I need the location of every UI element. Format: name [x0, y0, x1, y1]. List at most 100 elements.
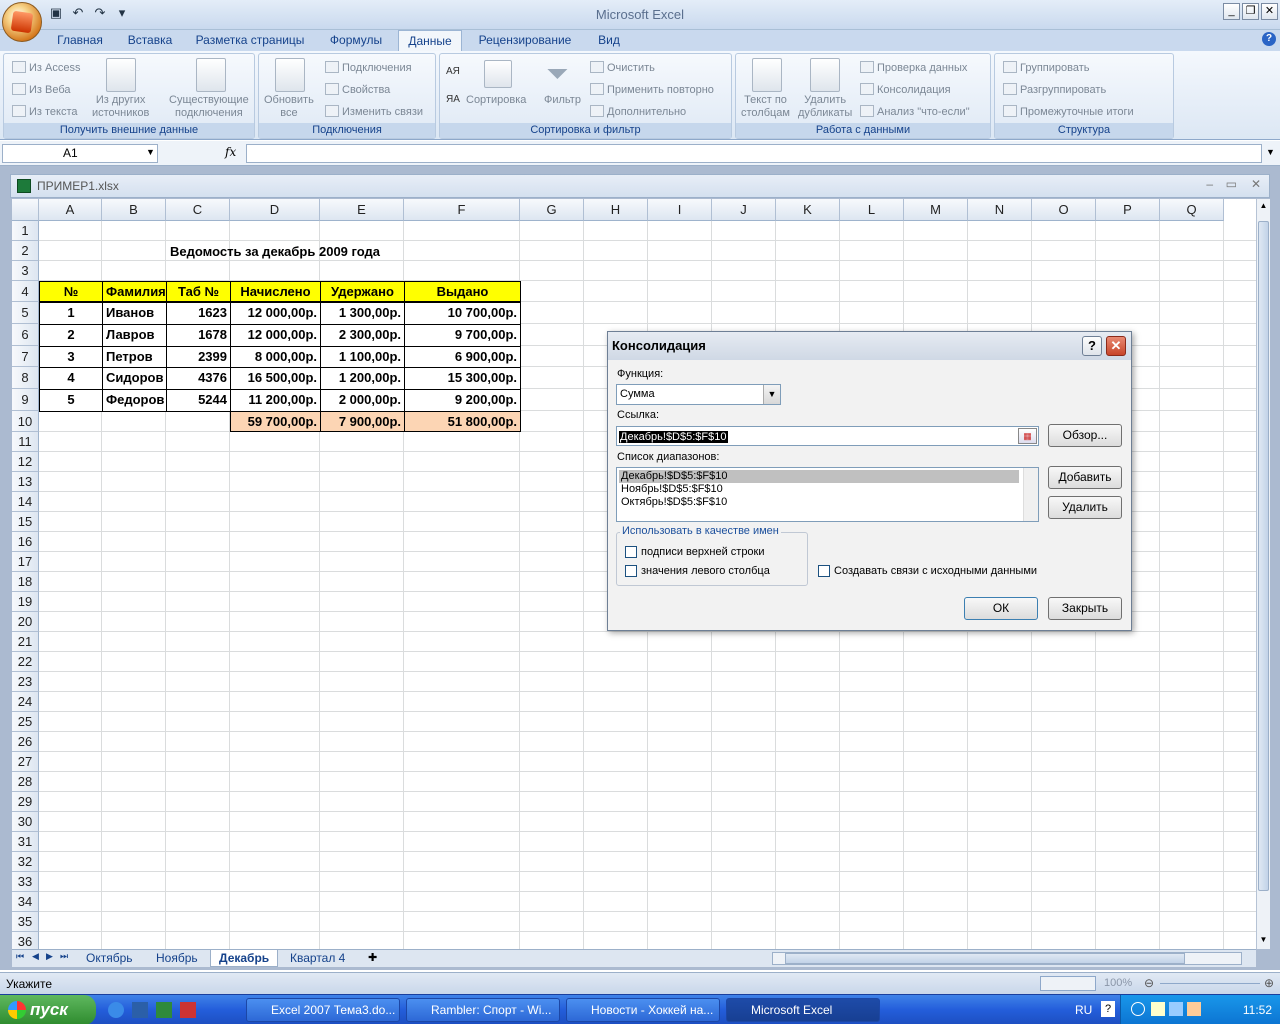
row-accrued-cell[interactable]: 16 500,00р. [230, 367, 321, 390]
name-box[interactable]: A1 [2, 144, 158, 163]
row-number-cell[interactable]: 2 [39, 324, 103, 347]
language-indicator[interactable]: RU [1075, 1003, 1092, 1017]
row-accrued-cell[interactable]: 11 200,00р. [230, 389, 321, 412]
consolidate-button[interactable]: Консолидация [860, 83, 951, 96]
row-header[interactable]: 6 [12, 324, 39, 346]
row-header[interactable]: 1 [12, 221, 39, 241]
sheet-tab-october[interactable]: Октябрь [78, 950, 141, 967]
scroll-up-icon[interactable]: ▲ [1258, 201, 1269, 213]
total-paid[interactable]: 51 800,00р. [404, 411, 521, 432]
tab-view[interactable]: Вид [590, 30, 628, 51]
row-header[interactable]: 32 [12, 852, 39, 872]
select-all-corner[interactable] [12, 199, 39, 221]
total-accrued[interactable]: 59 700,00р. [230, 411, 321, 432]
tab-insert[interactable]: Вставка [120, 30, 180, 51]
tab-home[interactable]: Главная [50, 30, 110, 51]
column-header[interactable]: H [584, 199, 648, 221]
row-paid-cell[interactable]: 9 700,00р. [404, 324, 521, 347]
row-tab-number-cell[interactable]: 1623 [166, 302, 231, 325]
function-select[interactable]: Сумма [616, 384, 781, 405]
tab-nav-last-icon[interactable]: ⏭ [60, 951, 68, 962]
insert-sheet-icon[interactable]: ✚ [368, 951, 377, 964]
row-header[interactable]: 27 [12, 752, 39, 772]
expand-formula-icon[interactable]: ▼ [1266, 147, 1275, 157]
refresh-all-button[interactable]: Обновить все [264, 94, 314, 120]
wb-minimize-icon[interactable]: – [1206, 177, 1213, 191]
tray-expand-icon[interactable] [1131, 1002, 1145, 1016]
taskbar-item-active[interactable]: Microsoft Excel [726, 998, 880, 1022]
properties-button[interactable]: Свойства [325, 83, 390, 96]
scroll-thumb[interactable] [1258, 221, 1269, 891]
tab-formulas[interactable]: Формулы [322, 30, 390, 51]
row-header[interactable]: 11 [12, 432, 39, 452]
row-surname-cell[interactable]: Иванов [102, 302, 167, 325]
horizontal-scrollbar[interactable] [772, 952, 1242, 965]
column-header[interactable]: G [520, 199, 584, 221]
tab-nav-first-icon[interactable]: ⏮ [16, 951, 24, 962]
clear-button[interactable]: Очистить [590, 61, 655, 74]
word-quicklaunch-icon[interactable] [132, 1002, 148, 1018]
other-sources-button[interactable]: Из других источников [92, 94, 149, 120]
sheet-title[interactable]: Ведомость за декабрь 2009 года [167, 242, 383, 262]
column-header[interactable]: L [840, 199, 904, 221]
ungroup-button[interactable]: Разгруппировать [1003, 83, 1106, 96]
sheet-tab-quarter4[interactable]: Квартал 4 [282, 950, 353, 967]
restore-button[interactable]: ❐ [1242, 3, 1259, 20]
sheet-tab-december[interactable]: Декабрь [210, 950, 279, 967]
sort-az-button[interactable]: АЯ [446, 66, 460, 77]
close-dialog-button[interactable]: Закрыть [1048, 597, 1122, 620]
fx-icon[interactable]: fx [225, 145, 236, 159]
row-header[interactable]: 28 [12, 772, 39, 792]
row-withheld-cell[interactable]: 2 000,00р. [320, 389, 405, 412]
taskbar-item[interactable]: Rambler: Спорт - Wi... [406, 998, 560, 1022]
wb-restore-icon[interactable]: ▭ [1226, 177, 1237, 191]
help-tray-icon[interactable]: ? [1101, 1001, 1115, 1017]
zoom-level[interactable]: 100% [1104, 977, 1132, 989]
excel-quicklaunch-icon[interactable] [156, 1002, 172, 1018]
row-header[interactable]: 17 [12, 552, 39, 572]
row-header[interactable]: 30 [12, 812, 39, 832]
customize-qat-icon[interactable]: ▾ [114, 5, 130, 21]
row-header[interactable]: 29 [12, 792, 39, 812]
column-header[interactable]: E [320, 199, 404, 221]
row-paid-cell[interactable]: 6 900,00р. [404, 346, 521, 368]
row-header[interactable]: 13 [12, 472, 39, 492]
row-header[interactable]: 25 [12, 712, 39, 732]
close-button[interactable]: ✕ [1261, 3, 1278, 20]
row-tab-number-cell[interactable]: 2399 [166, 346, 231, 368]
existing-connections-button[interactable]: Существующие подключения [169, 94, 249, 120]
row-accrued-cell[interactable]: 12 000,00р. [230, 324, 321, 347]
header-number[interactable]: № [39, 281, 103, 302]
column-header[interactable]: K [776, 199, 840, 221]
zoom-in-icon[interactable]: ⊕ [1264, 976, 1274, 990]
header-paid[interactable]: Выдано [404, 281, 521, 302]
what-if-button[interactable]: Анализ "что-если" [860, 105, 970, 118]
row-paid-cell[interactable]: 15 300,00р. [404, 367, 521, 390]
row-surname-cell[interactable]: Федоров [102, 389, 167, 412]
row-header[interactable]: 15 [12, 512, 39, 532]
tab-data[interactable]: Данные [398, 30, 462, 51]
dialog-help-icon[interactable]: ? [1082, 336, 1102, 356]
row-accrued-cell[interactable]: 12 000,00р. [230, 302, 321, 325]
vertical-scrollbar[interactable]: ▲ ▼ [1256, 199, 1270, 949]
formula-input[interactable] [246, 144, 1262, 163]
row-withheld-cell[interactable]: 1 200,00р. [320, 367, 405, 390]
collapse-dialog-icon[interactable]: ▦ [1018, 428, 1037, 444]
left-column-checkbox[interactable] [625, 565, 637, 577]
edit-links-button[interactable]: Изменить связи [325, 105, 423, 118]
header-surname[interactable]: Фамилия [102, 281, 167, 302]
scroll-down-icon[interactable]: ▼ [1258, 935, 1269, 947]
filter-button[interactable]: Фильтр [544, 94, 581, 106]
range-item[interactable]: Декабрь!$D$5:$F$10 [619, 470, 1019, 483]
range-item[interactable]: Октябрь!$D$5:$F$10 [619, 496, 1019, 509]
row-header[interactable]: 34 [12, 892, 39, 912]
view-buttons[interactable] [1040, 976, 1096, 991]
row-header[interactable]: 26 [12, 732, 39, 752]
column-header[interactable]: A [39, 199, 102, 221]
column-header[interactable]: B [102, 199, 166, 221]
reference-input[interactable]: Декабрь!$D$5:$F$10 [616, 426, 1039, 446]
row-number-cell[interactable]: 4 [39, 367, 103, 390]
column-header[interactable]: C [166, 199, 230, 221]
total-withheld[interactable]: 7 900,00р. [320, 411, 405, 432]
header-withheld[interactable]: Удержано [320, 281, 405, 302]
